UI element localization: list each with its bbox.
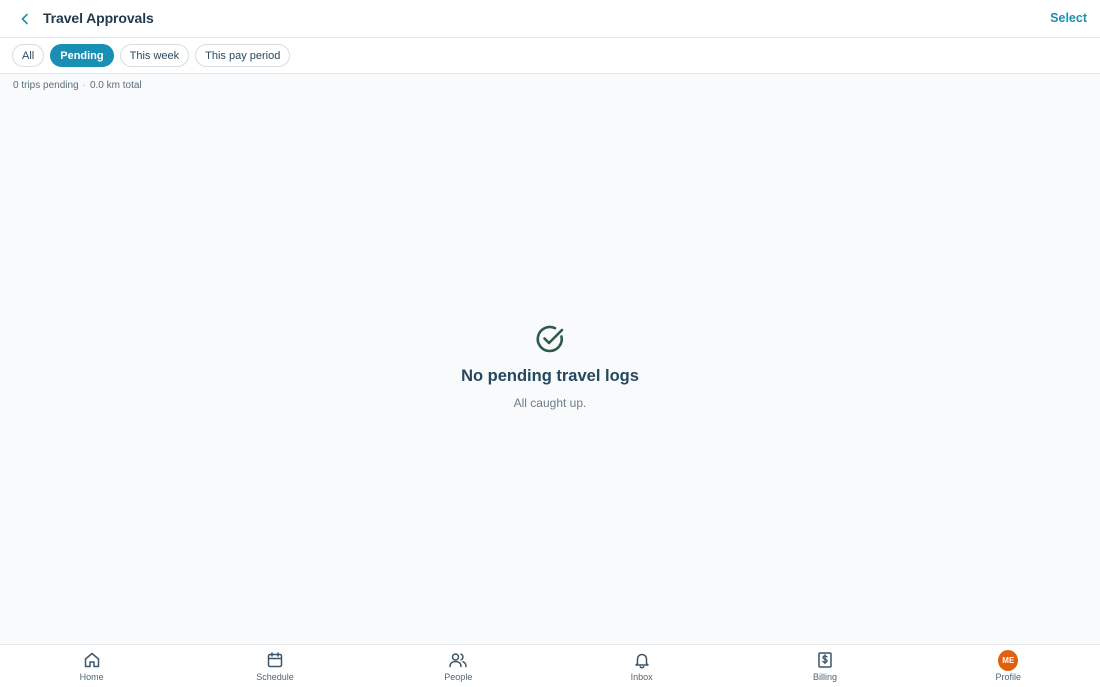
filter-chip-all[interactable]: All	[12, 44, 45, 67]
nav-label-people: People	[444, 672, 473, 682]
app-root: Travel Approvals Select All Pending This…	[0, 0, 1100, 687]
bell-icon	[634, 653, 649, 669]
avatar: ME	[998, 649, 1019, 671]
calendar-icon	[267, 652, 283, 668]
select-button[interactable]: Select	[1050, 11, 1087, 25]
page-title: Travel Approvals	[43, 10, 154, 26]
distance-total: 0.0 km total	[89, 80, 142, 91]
nav-item-inbox[interactable]: Inbox	[550, 645, 733, 687]
empty-state: No pending travel logs All caught up.	[0, 323, 1100, 410]
people-icon	[449, 653, 468, 668]
filter-chip-pending[interactable]: Pending	[50, 44, 114, 67]
check-circle-icon	[536, 325, 564, 353]
home-icon	[84, 652, 99, 668]
nav-label-inbox: Inbox	[630, 672, 653, 682]
summary-separator: ·	[82, 80, 86, 91]
nav-label-profile: Profile	[995, 672, 1022, 682]
nav-item-profile[interactable]: ME Profile	[917, 645, 1100, 687]
nav-label-billing: Billing	[812, 672, 837, 682]
chevron-left-icon	[21, 13, 28, 25]
billing-icon	[818, 652, 832, 668]
summary-line: 0 trips pending · 0.0 km total	[13, 80, 142, 91]
empty-state-subtitle: All caught up.	[513, 396, 587, 410]
bottom-nav: Home Schedule People Inbox Billing ME Pr…	[0, 644, 1100, 687]
nav-label-home: Home	[79, 672, 104, 682]
filter-bar: All Pending This week This pay period	[0, 38, 1100, 74]
nav-label-schedule: Schedule	[256, 672, 294, 682]
filter-chip-this-pay-period[interactable]: This pay period	[195, 44, 291, 67]
trips-pending-count: 0 trips pending	[13, 80, 79, 91]
nav-item-home[interactable]: Home	[0, 645, 183, 687]
back-button[interactable]	[14, 8, 36, 30]
nav-item-schedule[interactable]: Schedule	[183, 645, 366, 687]
header-bar: Travel Approvals Select	[0, 0, 1100, 38]
nav-item-billing[interactable]: Billing	[733, 645, 916, 687]
empty-state-title: No pending travel logs	[461, 367, 639, 385]
filter-chip-this-week[interactable]: This week	[119, 44, 190, 67]
nav-item-people[interactable]: People	[367, 645, 550, 687]
